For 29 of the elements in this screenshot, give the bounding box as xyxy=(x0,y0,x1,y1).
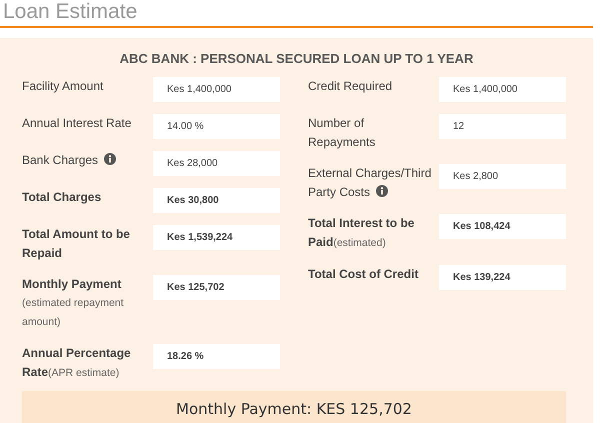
field-label: Total Interest to be Paid(estimated) xyxy=(308,215,416,251)
value-field[interactable]: Kes 28,000 xyxy=(153,151,280,176)
loan-heading: ABC BANK : PERSONAL SECURED LOAN UP TO 1 YEAR xyxy=(118,51,474,66)
info-icon[interactable] xyxy=(104,153,116,165)
field-label: Facility Amount xyxy=(22,78,104,95)
value-field[interactable]: Kes 139,224 xyxy=(439,265,566,290)
page-title: Loan Estimate xyxy=(2,0,138,25)
info-icon[interactable] xyxy=(376,185,388,197)
value-field[interactable]: Kes 125,702 xyxy=(153,275,280,300)
field-label: Bank Charges xyxy=(22,151,116,170)
value-field[interactable]: 12 xyxy=(439,114,566,139)
field-label: Credit Required xyxy=(308,78,392,95)
value-field[interactable]: Kes 1,400,000 xyxy=(439,77,566,102)
field-label: External Charges/Third Party Costs xyxy=(308,165,432,201)
field-label: Monthly Payment (estimated repayment amount) xyxy=(22,276,125,330)
value-field[interactable]: Kes 1,400,000 xyxy=(153,77,280,102)
field-label: Number of Repayments xyxy=(308,115,376,151)
field-label: Annual Interest Rate xyxy=(22,115,132,132)
value-field[interactable]: 14.00 % xyxy=(153,114,280,139)
summary-bar: Monthly Payment: KES 125,702 xyxy=(22,391,566,423)
value-field[interactable]: Kes 1,539,224 xyxy=(153,225,280,250)
value-field[interactable]: Kes 30,800 xyxy=(153,188,280,213)
value-field[interactable]: Kes 2,800 xyxy=(439,164,566,189)
value-field[interactable]: Kes 108,424 xyxy=(439,214,566,239)
field-label: Total Amount to be Repaid xyxy=(22,226,131,262)
value-field[interactable]: 18.26 % xyxy=(153,344,280,369)
field-label: Total Cost of Credit xyxy=(308,266,418,283)
field-label: Total Charges xyxy=(22,189,102,206)
field-label: Annual Percentage Rate(APR estimate) xyxy=(22,345,132,381)
